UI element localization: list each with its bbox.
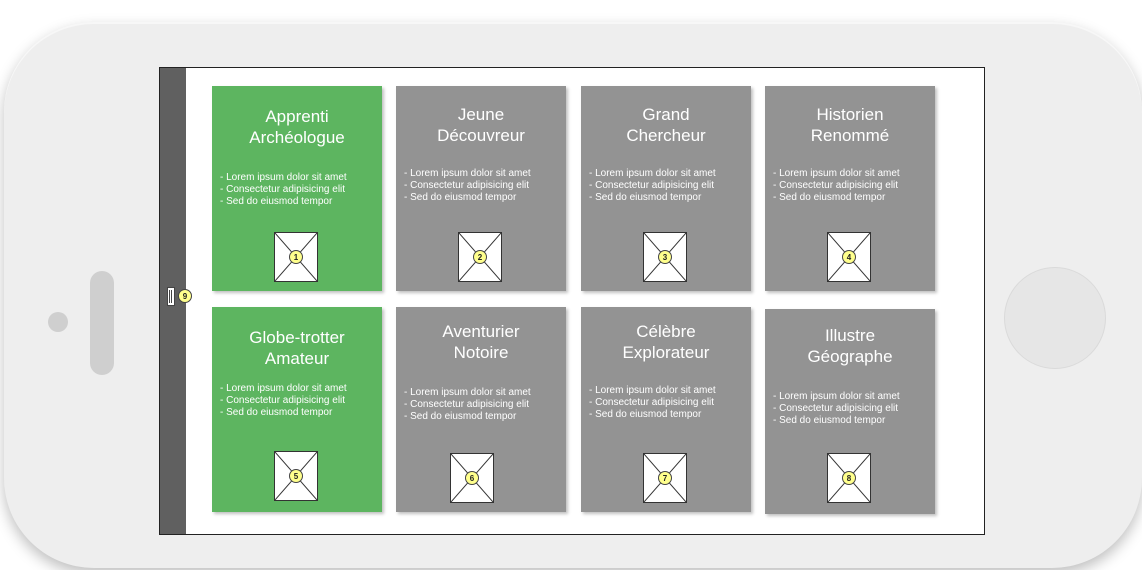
list-item: - Consectetur adipisicing elit: [773, 403, 899, 414]
achievement-card[interactable]: Apprenti Archéologue - Lorem ipsum dolor …: [212, 86, 382, 291]
list-item: - Lorem ipsum dolor sit amet: [589, 168, 716, 179]
annotation-badge: 3: [658, 250, 672, 264]
card-title: Illustre Géographe: [807, 326, 893, 366]
achievement-card[interactable]: Aventurier Notoire - Lorem ipsum dolor si…: [396, 307, 566, 512]
card-description: - Lorem ipsum dolor sit amet - Consectet…: [589, 385, 747, 421]
list-item: - Lorem ipsum dolor sit amet: [589, 385, 716, 396]
annotation-badge: 6: [465, 471, 479, 485]
list-item: - Consectetur adipisicing elit: [589, 180, 715, 191]
camera-dot: [48, 312, 68, 332]
achievement-card[interactable]: Historien Renommé - Lorem ipsum dolor sit…: [765, 86, 935, 291]
annotation-badge: 9: [178, 289, 192, 303]
annotation-badge: 8: [842, 471, 856, 485]
list-item: - Lorem ipsum dolor sit amet: [404, 387, 531, 398]
list-item: - Sed do eiusmod tempor: [773, 415, 886, 426]
list-item: - Sed do eiusmod tempor: [220, 407, 333, 418]
card-title: Historien Renommé: [810, 105, 890, 145]
list-item: - Sed do eiusmod tempor: [589, 409, 702, 420]
list-item: - Consectetur adipisicing elit: [404, 399, 530, 410]
card-description: - Lorem ipsum dolor sit amet - Consectet…: [220, 383, 378, 419]
list-item: - Sed do eiusmod tempor: [404, 411, 517, 422]
drag-handle-icon[interactable]: [167, 287, 175, 306]
list-item: - Consectetur adipisicing elit: [589, 397, 715, 408]
list-item: - Sed do eiusmod tempor: [589, 192, 702, 203]
card-description: - Lorem ipsum dolor sit amet - Consectet…: [404, 168, 562, 204]
screen: 9 Apprenti Archéologue - Lorem ipsum dolo…: [159, 67, 985, 535]
list-item: - Sed do eiusmod tempor: [404, 192, 517, 203]
image-placeholder-icon: 5: [274, 451, 318, 501]
card-description: - Lorem ipsum dolor sit amet - Consectet…: [220, 172, 378, 208]
achievement-card[interactable]: Jeune Découvreur - Lorem ipsum dolor sit …: [396, 86, 566, 291]
list-item: - Consectetur adipisicing elit: [773, 180, 899, 191]
card-description: - Lorem ipsum dolor sit amet - Consectet…: [589, 168, 747, 204]
image-placeholder-icon: 4: [827, 232, 871, 282]
card-title: Aventurier Notoire: [442, 322, 520, 362]
home-button[interactable]: [1004, 267, 1106, 369]
card-description: - Lorem ipsum dolor sit amet - Consectet…: [404, 387, 562, 423]
card-title: Grand Chercheur: [626, 105, 706, 145]
speaker-slot: [90, 271, 114, 375]
achievement-card[interactable]: Illustre Géographe - Lorem ipsum dolor si…: [765, 309, 935, 514]
annotation-badge: 4: [842, 250, 856, 264]
image-placeholder-icon: 7: [643, 453, 687, 503]
annotation-badge: 5: [289, 469, 303, 483]
image-placeholder-icon: 8: [827, 453, 871, 503]
list-item: - Lorem ipsum dolor sit amet: [220, 383, 347, 394]
card-description: - Lorem ipsum dolor sit amet - Consectet…: [773, 168, 931, 204]
card-title: Apprenti Archéologue: [249, 107, 345, 147]
list-item: - Consectetur adipisicing elit: [220, 395, 346, 406]
image-placeholder-icon: 6: [450, 453, 494, 503]
list-item: - Lorem ipsum dolor sit amet: [773, 168, 900, 179]
achievement-card[interactable]: Célèbre Explorateur - Lorem ipsum dolor s…: [581, 307, 751, 512]
annotation-badge: 1: [289, 250, 303, 264]
image-placeholder-icon: 2: [458, 232, 502, 282]
card-title: Globe-trotter Amateur: [249, 328, 345, 368]
achievement-card[interactable]: Grand Chercheur - Lorem ipsum dolor sit a…: [581, 86, 751, 291]
list-item: - Consectetur adipisicing elit: [220, 184, 346, 195]
list-item: - Sed do eiusmod tempor: [773, 192, 886, 203]
list-item: - Sed do eiusmod tempor: [220, 196, 333, 207]
list-item: - Consectetur adipisicing elit: [404, 180, 530, 191]
card-title: Célèbre Explorateur: [622, 322, 710, 362]
list-item: - Lorem ipsum dolor sit amet: [404, 168, 531, 179]
list-item: - Lorem ipsum dolor sit amet: [220, 172, 347, 183]
image-placeholder-icon: 3: [643, 232, 687, 282]
card-description: - Lorem ipsum dolor sit amet - Consectet…: [773, 391, 931, 427]
image-placeholder-icon: 1: [274, 232, 318, 282]
list-item: - Lorem ipsum dolor sit amet: [773, 391, 900, 402]
card-title: Jeune Découvreur: [437, 105, 525, 145]
annotation-badge: 7: [658, 471, 672, 485]
achievement-card[interactable]: Globe-trotter Amateur - Lorem ipsum dolor…: [212, 307, 382, 512]
annotation-badge: 2: [473, 250, 487, 264]
